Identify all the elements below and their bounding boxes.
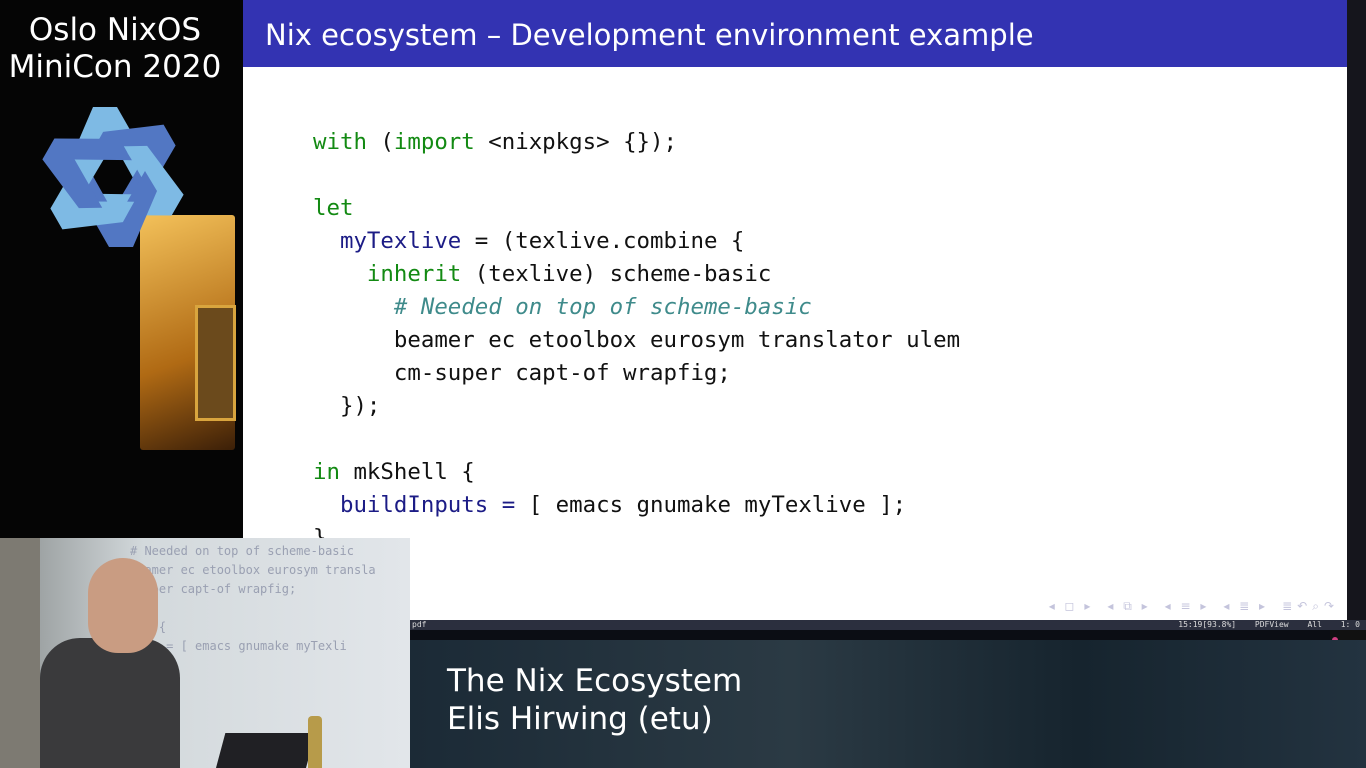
code-comment: # Needed on top of scheme-basic — [393, 294, 812, 320]
code-line: beamer ec etoolbox eurosym translator ul… — [313, 324, 960, 357]
camera-wall — [0, 538, 40, 768]
code-keyword: inherit — [366, 261, 462, 287]
nav-outline-icon[interactable]: ≣ — [1282, 599, 1295, 613]
code-keyword: with — [313, 129, 367, 155]
code-line: buildInputs = [ emacs gnumake myTexlive … — [313, 489, 960, 522]
code-text: [ emacs gnumake myTexlive ]; — [515, 492, 907, 518]
talk-info-banner: The Nix Ecosystem Elis Hirwing (etu) — [410, 640, 1366, 768]
code-line: myTexlive = (texlive.combine { — [313, 225, 960, 258]
presentation-slide: Nix ecosystem – Development environment … — [243, 0, 1347, 620]
conference-branding-panel: Oslo NixOS MiniCon 2020 — [0, 0, 243, 540]
code-identifier: myTexlive — [339, 228, 462, 254]
buffer-name: pdf — [412, 620, 427, 629]
speaker-name: Elis Hirwing (etu) — [447, 701, 713, 737]
projected-code: # Needed on top of scheme-basic beamer e… — [130, 544, 376, 653]
code-identifier: = — [501, 492, 516, 518]
slide-title: Nix ecosystem – Development environment … — [243, 0, 1347, 67]
conference-title-line2: MiniCon 2020 — [8, 49, 222, 85]
code-text: }); — [313, 393, 381, 419]
nav-frame-icon[interactable]: ◂ ◻ ▸ — [1049, 599, 1094, 613]
nav-back-icon[interactable]: ↶ — [1297, 599, 1310, 613]
code-line: with (import <nixpkgs> {}); — [313, 126, 960, 159]
code-identifier: buildInputs — [339, 492, 489, 518]
emacs-modeline: pdf 15:19[93.8%] PDFView All 1: 0 — [410, 620, 1366, 630]
laptop — [214, 733, 316, 768]
speaker-body — [40, 638, 180, 768]
conference-title-line1: Oslo NixOS — [28, 12, 202, 48]
nav-search-icon[interactable]: ⌕ — [1312, 599, 1322, 613]
system-tray — [1330, 630, 1366, 643]
code-text: ( — [366, 129, 394, 155]
speaker-head — [88, 558, 158, 653]
bottle — [308, 716, 322, 768]
code-text: beamer ec etoolbox eurosym translator ul… — [313, 327, 961, 353]
nav-document-icon[interactable]: ◂ ≣ ▸ — [1223, 599, 1268, 613]
viewer-edge — [1347, 0, 1366, 620]
background-painting — [195, 305, 236, 421]
code-line: in mkShell { — [313, 456, 960, 489]
code-text: mkShell { — [339, 459, 475, 485]
modeline-mode: PDFView — [1254, 620, 1289, 629]
modeline-position: 15:19[93.8%] — [1178, 620, 1237, 629]
code-text: = (texlive.combine { — [461, 228, 745, 254]
beamer-navigation[interactable]: ◂ ◻ ▸ ◂ ⧉ ▸ ◂ ≡ ▸ ◂ ≣ ▸ ≣ ↶ ⌕ ↷ — [1035, 599, 1337, 614]
nav-section-icon[interactable]: ◂ ≡ ▸ — [1165, 599, 1210, 613]
code-line: # Needed on top of scheme-basic — [313, 291, 960, 324]
speaker-camera: # Needed on top of scheme-basic beamer e… — [0, 538, 410, 768]
code-keyword: import — [393, 129, 475, 155]
code-keyword: let — [313, 195, 354, 221]
code-line: inherit (texlive) scheme-basic — [313, 258, 960, 291]
code-block: with (import <nixpkgs> {}); let myTexlive… — [313, 126, 960, 555]
code-text: <nixpkgs> {}); — [474, 129, 677, 155]
code-line: cm-super capt-of wrapfig; — [313, 357, 960, 390]
modeline-scope: All — [1307, 620, 1322, 629]
code-text: (texlive) scheme-basic — [461, 261, 772, 287]
code-text: cm-super capt-of wrapfig; — [313, 360, 731, 386]
conference-title: Oslo NixOS MiniCon 2020 — [0, 12, 230, 86]
nav-forward-icon[interactable]: ↷ — [1324, 599, 1337, 613]
code-line: } — [313, 522, 960, 555]
code-line: }); — [313, 390, 960, 423]
code-keyword: in — [313, 459, 340, 485]
nixos-logo-icon — [42, 107, 184, 247]
talk-title: The Nix Ecosystem — [447, 663, 743, 699]
modeline-page: 1: 0 — [1340, 620, 1360, 629]
nav-subsection-icon[interactable]: ◂ ⧉ ▸ — [1107, 599, 1150, 613]
code-line: let — [313, 192, 960, 225]
